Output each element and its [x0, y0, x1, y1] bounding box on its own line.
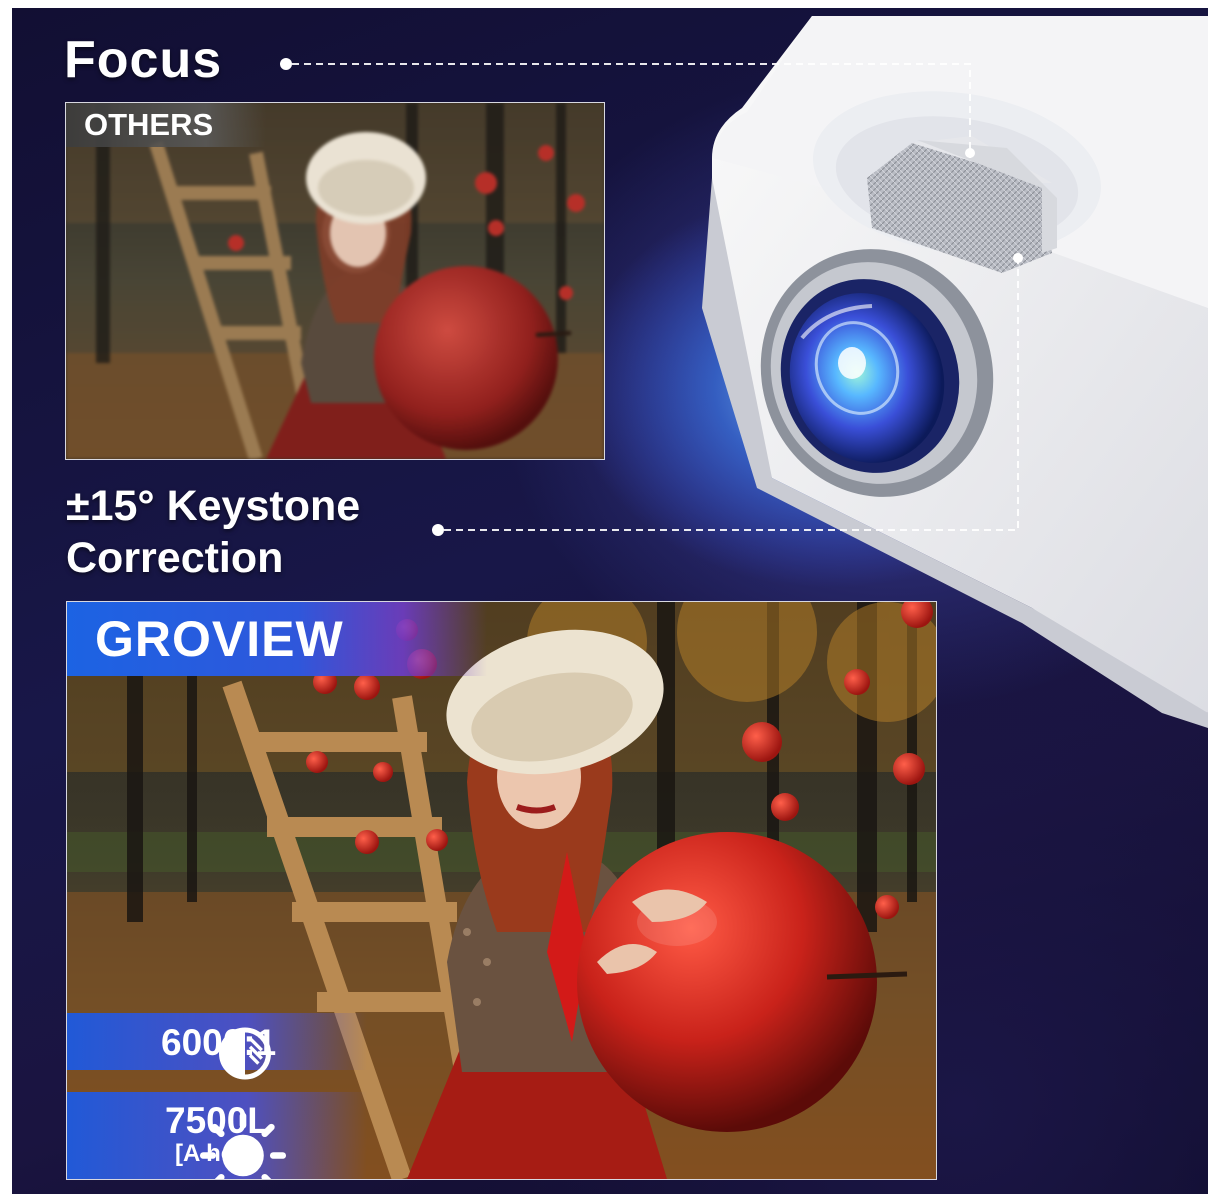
- product-banner: Focus ±15° Keystone Correction OTHERS GR…: [12, 8, 1208, 1194]
- others-scene-illustration: [66, 103, 604, 459]
- contrast-spec: 6000:1: [67, 1013, 367, 1080]
- keystone-heading: ±15° Keystone Correction: [66, 480, 360, 584]
- keystone-heading-line1: ±15° Keystone: [66, 482, 361, 530]
- others-sample-photo: OTHERS: [65, 102, 605, 460]
- brightness-spec: 7500L [A hoy]: [67, 1092, 367, 1179]
- groview-sample-photo: GROVIEW 6000:1 7500L [A hoy]: [66, 601, 937, 1180]
- brightness-note: [A hoy]: [175, 1140, 257, 1167]
- contrast-value: 6000:1: [161, 1022, 277, 1063]
- focus-heading: Focus: [64, 31, 223, 89]
- groview-label: GROVIEW: [67, 602, 487, 676]
- others-label: OTHERS: [66, 103, 266, 147]
- brightness-value: 7500L: [165, 1100, 270, 1141]
- keystone-heading-line2: Correction: [66, 534, 284, 582]
